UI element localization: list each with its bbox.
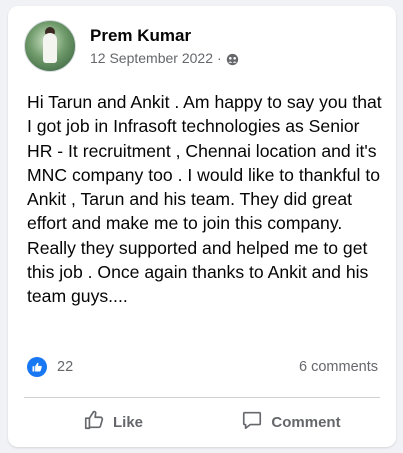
comment-label: Comment bbox=[271, 413, 341, 431]
reactions-summary[interactable]: 22 bbox=[27, 357, 73, 377]
post-subline: 12 September 2022 · bbox=[90, 49, 239, 67]
avatar[interactable] bbox=[24, 20, 76, 72]
post-card: Prem Kumar 12 September 2022 · Hi Tarun … bbox=[8, 6, 396, 447]
separator-dot: · bbox=[216, 50, 222, 66]
comment-icon bbox=[241, 409, 271, 435]
post-meta: Prem Kumar 12 September 2022 · bbox=[90, 25, 239, 67]
post-header: Prem Kumar 12 September 2022 · bbox=[24, 20, 239, 72]
action-divider bbox=[24, 397, 380, 398]
action-bar: Like Comment bbox=[24, 402, 380, 442]
comment-button[interactable]: Comment bbox=[202, 402, 380, 442]
like-reaction-icon bbox=[27, 357, 47, 377]
post-body-text: Hi Tarun and Ankit . Am happy to say you… bbox=[27, 92, 382, 307]
author-name[interactable]: Prem Kumar bbox=[90, 25, 239, 47]
like-button[interactable]: Like bbox=[24, 402, 202, 442]
comments-count[interactable]: 6 comments bbox=[299, 357, 378, 377]
post-date[interactable]: 12 September 2022 bbox=[90, 49, 213, 67]
like-label: Like bbox=[112, 413, 143, 431]
avatar-figure-body bbox=[43, 33, 57, 63]
thumbs-up-icon bbox=[83, 409, 113, 435]
like-count: 22 bbox=[57, 359, 74, 375]
audience-icon[interactable] bbox=[226, 52, 239, 65]
